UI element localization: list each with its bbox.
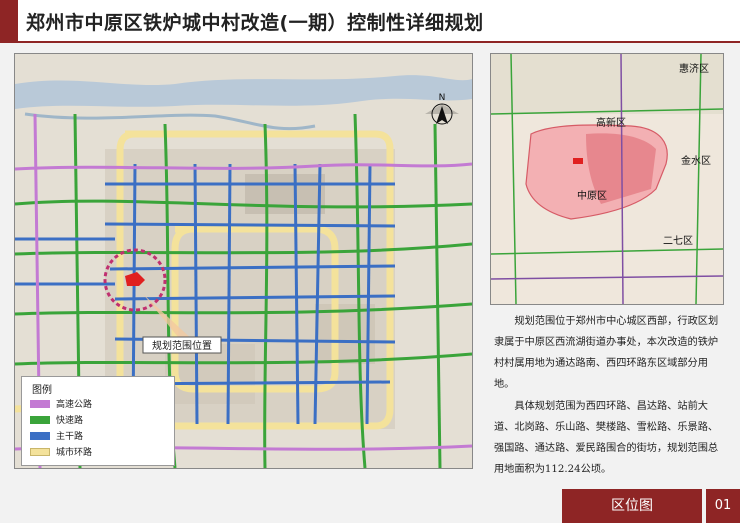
legend-label: 城市环路 bbox=[56, 448, 93, 458]
page-title: 郑州市中原区铁炉城中村改造(一期）控制性详细规划 bbox=[26, 12, 484, 34]
highway-swatch bbox=[30, 400, 50, 408]
description-paragraph: 具体规划范围为西四环路、昌达路、站前大道、北岗路、乐山路、樊楼路、雪松路、乐景路… bbox=[494, 401, 719, 475]
legend-label: 主干路 bbox=[56, 432, 84, 442]
description-paragraph: 规划范围位于郑州市中心城区西部，行政区划隶属于中原区西流湖街道办事处，本次改造的… bbox=[494, 316, 719, 390]
arterial-swatch bbox=[30, 432, 50, 440]
district-label: 高新区 bbox=[596, 116, 626, 129]
description: 规划范围位于郑州市中心城区西部，行政区划隶属于中原区西流湖街道办事处，本次改造的… bbox=[494, 311, 722, 481]
inset-map-canvas: 惠济区 高新区 金水区 中原区 二七区 bbox=[491, 54, 723, 304]
north-label: N bbox=[439, 93, 446, 103]
legend-label: 快速路 bbox=[56, 416, 84, 426]
header-bar: 郑州市中原区铁炉城中村改造(一期）控制性详细规划 bbox=[0, 0, 740, 43]
ring-road-swatch bbox=[30, 448, 50, 456]
main-map: 规划范围位置 N 图例 高速公路 快速路 主干路 城市环路 bbox=[14, 53, 473, 469]
header-accent bbox=[0, 0, 18, 42]
expressway-swatch bbox=[30, 416, 50, 424]
footer-section-tab: 区位图 bbox=[562, 489, 702, 523]
district-label: 二七区 bbox=[663, 235, 693, 247]
site-label: 规划范围位置 bbox=[152, 339, 212, 352]
district-label: 惠济区 bbox=[679, 62, 709, 75]
legend-label: 高速公路 bbox=[56, 400, 93, 410]
legend-title: 图例 bbox=[32, 385, 52, 396]
site-marker bbox=[573, 158, 583, 164]
inset-map: 惠济区 高新区 金水区 中原区 二七区 bbox=[490, 53, 724, 305]
header-divider bbox=[0, 41, 740, 43]
legend: 图例 高速公路 快速路 主干路 城市环路 bbox=[21, 376, 175, 466]
page-number: 01 bbox=[706, 489, 740, 523]
district-label: 中原区 bbox=[577, 189, 607, 202]
district-label: 金水区 bbox=[681, 154, 711, 167]
